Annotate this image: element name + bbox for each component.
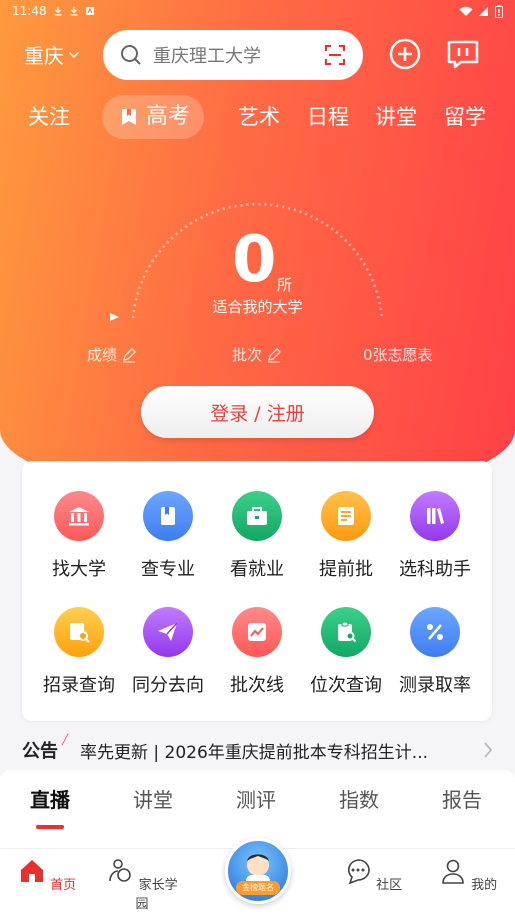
briefcase-icon (232, 491, 282, 541)
download-icon (70, 7, 78, 16)
tab-live[interactable]: 直播 (30, 784, 70, 829)
tab-follow[interactable]: 关注 (28, 95, 70, 139)
nav-center-gold-list[interactable]: 金榜题名 (225, 838, 291, 904)
search-placeholder: 重庆理工大学 (153, 46, 261, 67)
batch-edit[interactable]: 批次 (232, 344, 282, 365)
nav-center-label: 金榜题名 (236, 881, 280, 895)
clipboard-search-icon (321, 607, 371, 657)
score-edit[interactable]: 成绩 (87, 344, 137, 365)
app-notification-icon (85, 7, 94, 15)
nav-home[interactable]: 首页 (7, 857, 87, 893)
active-tab-indicator (36, 825, 64, 829)
tool-check-major[interactable]: 查专业 (121, 491, 215, 581)
notice-text: 率先更新 | 2026年重庆提前批本专科招生计... (80, 742, 429, 763)
nav-parents[interactable]: 家长学园 (102, 857, 182, 912)
score-label: 成绩 (87, 346, 118, 364)
tab-art[interactable]: 艺术 (238, 95, 280, 139)
chevron-down-icon (68, 51, 80, 58)
download-icon (54, 7, 62, 16)
tool-label: 看就业 (230, 559, 284, 580)
tool-label: 批次线 (230, 675, 284, 696)
tool-employment[interactable]: 看就业 (210, 491, 304, 581)
tool-label: 查专业 (141, 559, 195, 580)
percent-icon (410, 607, 460, 657)
parent-child-icon (109, 859, 132, 882)
tool-label: 位次查询 (310, 675, 382, 696)
books-icon (410, 491, 460, 541)
tool-admission-rate[interactable]: 测录取率 (388, 607, 482, 697)
nav-community-label: 社区 (376, 878, 403, 893)
user-icon (442, 859, 464, 884)
status-time: 11:48 (12, 4, 47, 18)
top-bar: 重庆 重庆理工大学 (0, 30, 515, 82)
home-icon (20, 860, 43, 882)
tool-label: 招录查询 (43, 675, 115, 696)
paper-plane-icon (143, 607, 193, 657)
line-chart-icon (232, 607, 282, 657)
nav-parents-label: 家长学园 (135, 878, 178, 912)
message-icon[interactable] (445, 36, 481, 72)
notice-bar[interactable]: 公告 ╱ 率先更新 | 2026年重庆提前批本专科招生计... (0, 730, 515, 770)
university-icon (54, 491, 104, 541)
tab-lecture[interactable]: 讲堂 (375, 95, 417, 139)
tab-assessment[interactable]: 测评 (236, 784, 276, 813)
nav-home-label: 首页 (50, 878, 77, 893)
tool-admission-query[interactable]: 招录查询 (32, 607, 126, 697)
battery-icon (495, 4, 503, 18)
signal-icon (479, 6, 488, 16)
tab-live-label: 直播 (30, 788, 70, 812)
pencil-icon (268, 347, 281, 362)
city-label: 重庆 (24, 44, 64, 68)
wifi-icon (459, 6, 473, 16)
tool-find-university[interactable]: 找大学 (32, 491, 126, 581)
wish-table-label: 0张志愿表 (363, 346, 433, 364)
search-bar[interactable]: 重庆理工大学 (103, 30, 363, 80)
book-icon (143, 491, 193, 541)
tool-early-batch[interactable]: 提前批 (299, 491, 393, 581)
chat-icon (347, 859, 370, 885)
login-button[interactable]: 登录 / 注册 (141, 386, 374, 438)
tool-rank-query[interactable]: 位次查询 (299, 607, 393, 697)
tool-label: 选科助手 (399, 559, 471, 580)
nav-profile-label: 我的 (471, 878, 498, 893)
nav-profile[interactable]: 我的 (428, 857, 508, 893)
city-selector[interactable]: 重庆 (24, 40, 80, 69)
bookmark-icon (122, 109, 136, 125)
wish-table-link[interactable]: 0张志愿表 (363, 344, 433, 365)
chevron-right-icon (484, 742, 493, 758)
add-circle-icon[interactable] (387, 36, 423, 72)
notice-tag: 公告 ╱ (22, 735, 68, 763)
match-unit: 所 (277, 276, 293, 294)
tab-report[interactable]: 报告 (442, 784, 482, 813)
tab-gaokao[interactable]: 高考 (102, 95, 205, 139)
batch-label: 批次 (232, 346, 263, 364)
notice-mark-icon: ╱ (61, 735, 68, 746)
tool-label: 提前批 (319, 559, 373, 580)
tool-subject-helper[interactable]: 选科助手 (388, 491, 482, 581)
tab-gaokao-label: 高考 (146, 104, 191, 129)
match-count: 0 (232, 223, 277, 297)
tool-batch-line[interactable]: 批次线 (210, 607, 304, 697)
search-icon (121, 45, 141, 65)
tab-schedule[interactable]: 日程 (307, 95, 349, 139)
tab-lecture-content[interactable]: 讲堂 (133, 784, 173, 813)
tab-index[interactable]: 指数 (339, 784, 379, 813)
nav-community[interactable]: 社区 (333, 857, 413, 893)
tool-same-score[interactable]: 同分去向 (121, 607, 215, 697)
tool-label: 测录取率 (399, 675, 471, 696)
tool-label: 同分去向 (132, 675, 204, 696)
score-stats: 成绩 批次 0张志愿表 (0, 344, 515, 368)
pencil-icon (123, 347, 136, 362)
content-tabs: 直播 讲堂 测评 指数 报告 (0, 770, 515, 848)
status-bar: 11:48 (0, 0, 515, 22)
tool-label: 找大学 (52, 559, 106, 580)
category-tabs: 关注 高考 艺术 日程 讲堂 留学 (0, 95, 515, 139)
notice-tag-label: 公告 (22, 741, 58, 762)
document-icon (321, 491, 371, 541)
scan-icon[interactable] (323, 43, 347, 67)
search-doc-icon (54, 607, 104, 657)
match-label: 适合我的大学 (212, 298, 303, 316)
tools-card: 找大学 查专业 看就业 提前批 选科助手 招录查询 同分去向 批次线 位次查询 … (22, 461, 492, 721)
tab-study-abroad[interactable]: 留学 (444, 95, 486, 139)
